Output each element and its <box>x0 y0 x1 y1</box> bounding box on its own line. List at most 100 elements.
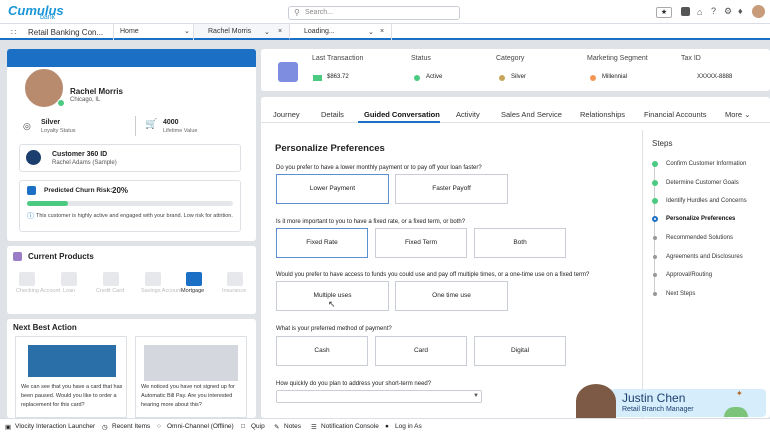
churn-box: Predicted Churn Risk: 20% ⓘ This custome… <box>19 180 241 232</box>
tab-loading[interactable]: Loading... ⌄ × <box>296 24 392 40</box>
step-item-current[interactable]: Personalize Preferences <box>666 216 735 222</box>
help-icon[interactable]: ? <box>711 6 716 16</box>
step-complete-icon <box>652 198 658 204</box>
product-checking-icon[interactable] <box>19 272 35 286</box>
chevron-down-icon[interactable]: ⌄ <box>368 28 374 36</box>
tab-more[interactable]: More ⌄ <box>725 110 750 119</box>
step-item[interactable]: Determine Customer Goals <box>666 180 739 186</box>
search-input[interactable]: ⚲ Search... <box>288 6 460 20</box>
nba-offer-card[interactable]: We can see that you have a card that has… <box>15 336 127 418</box>
customer-location: Chicago, IL <box>70 97 101 103</box>
profile-card: Rachel Morris Chicago, IL ◎ Silver Loyal… <box>7 49 256 241</box>
chevron-down-icon[interactable]: ⌄ <box>264 28 270 36</box>
chevron-down-icon: ⌄ <box>744 110 751 119</box>
product-mortgage-icon[interactable] <box>186 272 202 286</box>
next-best-action-card: Next Best Action We can see that you hav… <box>7 319 256 418</box>
avatar[interactable] <box>752 5 765 18</box>
category-label: Category <box>496 55 525 62</box>
option-fixed-term[interactable]: Fixed Term <box>375 228 467 258</box>
app-launcher-icon[interactable]: ∷ <box>11 28 16 37</box>
product-credit-card-icon[interactable] <box>103 272 119 286</box>
question-5: How quickly do you plan to address your … <box>276 381 432 387</box>
close-icon[interactable]: × <box>278 28 282 35</box>
utility-bar: ▣ Vlocity Interaction Launcher ◷ Recent … <box>0 418 770 434</box>
tab-journey[interactable]: Journey <box>273 110 300 119</box>
step-item[interactable]: Agreements and Disclosures <box>666 254 743 260</box>
c360-sub: Rachel Adams (Sample) <box>52 160 117 166</box>
churn-progress-fill <box>27 201 69 206</box>
bell-icon[interactable]: ♦ <box>738 6 743 16</box>
chevron-down-icon: ▼ <box>473 393 479 399</box>
medal-icon <box>499 75 505 81</box>
option-digital[interactable]: Digital <box>474 336 566 366</box>
option-fixed-rate[interactable]: Fixed Rate <box>276 228 368 258</box>
search-icon: ⚲ <box>294 8 300 17</box>
utility-log-in-as[interactable]: Log in As <box>395 423 422 430</box>
close-icon[interactable]: × <box>380 28 384 35</box>
status-value: Active <box>426 74 443 80</box>
product-insurance-icon[interactable] <box>227 272 243 286</box>
step-item[interactable]: Identify Hurdles and Concerns <box>666 198 747 204</box>
tab-sales-and-service[interactable]: Sales And Service <box>501 110 562 119</box>
option-faster-payoff[interactable]: Faster Payoff <box>395 174 508 204</box>
workspace-tabbar: ∷ Retail Banking Con... Home ⌄ Rachel Mor… <box>0 24 770 40</box>
money-icon <box>313 75 322 81</box>
divider <box>135 116 136 136</box>
product-savings-icon[interactable] <box>145 272 161 286</box>
last-txn-label: Last Transaction <box>312 55 364 62</box>
launcher-icon: ▣ <box>5 424 12 431</box>
tab-details[interactable]: Details <box>321 110 344 119</box>
app-logo[interactable]: Cumulus <box>8 3 64 18</box>
recent-items-icon: ◷ <box>102 424 108 431</box>
logo-subtitle: bank <box>40 14 56 21</box>
tab-rachel-morris[interactable]: Rachel Morris ⌄ × <box>194 24 290 40</box>
product-loan-icon[interactable] <box>61 272 77 286</box>
home-icon[interactable]: ⌂ <box>697 7 702 17</box>
add-icon[interactable] <box>681 7 690 16</box>
customer-360-box[interactable]: Customer 360 ID Rachel Adams (Sample) <box>19 144 241 172</box>
nba-offer-card[interactable]: We noticed you have not signed up for Au… <box>135 336 247 418</box>
chevron-down-icon[interactable]: ⌄ <box>184 27 190 35</box>
utility-omni-channel[interactable]: Omni-Channel (Offline) <box>167 423 234 430</box>
segment-value: Millennial <box>602 74 628 80</box>
c360-title: Customer 360 ID <box>52 151 108 158</box>
segment-label: Marketing Segment <box>587 55 648 62</box>
step-item[interactable]: Recommended Solutions <box>666 235 733 241</box>
option-lower-payment[interactable]: Lower Payment <box>276 174 389 204</box>
cart-icon: 🛒 <box>145 119 158 130</box>
utility-vlocity-launcher[interactable]: Vlocity Interaction Launcher <box>15 423 95 430</box>
option-one-time-use[interactable]: One time use <box>395 281 508 311</box>
category-value: Silver <box>511 74 527 80</box>
tab-relationships[interactable]: Relationships <box>580 110 625 119</box>
product-label: Checking Account <box>16 288 61 294</box>
tab-rachel-label: Rachel Morris <box>208 28 252 35</box>
utility-notes[interactable]: Notes <box>284 423 301 430</box>
question-3: Would you prefer to have access to funds… <box>276 272 590 278</box>
utility-notification-console[interactable]: Notification Console <box>321 423 379 430</box>
favorites-icon[interactable]: ★ <box>656 7 672 18</box>
tab-activity[interactable]: Activity <box>456 110 480 119</box>
nba-offer-text: We noticed you have not signed up for Au… <box>141 384 235 408</box>
tab-home[interactable]: Home ⌄ <box>114 24 194 40</box>
tab-loading-label: Loading... <box>304 28 335 35</box>
step-item[interactable]: Next Steps <box>666 291 695 297</box>
option-cash[interactable]: Cash <box>276 336 368 366</box>
tab-guided-conversation[interactable]: Guided Conversation <box>364 110 440 119</box>
gear-icon[interactable]: ⚙ <box>724 6 732 17</box>
step-pending-icon <box>653 255 657 259</box>
product-label: Credit Card <box>96 288 125 294</box>
lifetime-label: Lifetime Value <box>163 128 198 134</box>
tab-financial-accounts[interactable]: Financial Accounts <box>644 110 707 119</box>
customer-name: Rachel Morris <box>70 87 123 96</box>
timeline-select[interactable]: ▼ <box>276 390 482 403</box>
churn-label: Predicted Churn Risk: <box>44 187 113 194</box>
search-placeholder: Search... <box>305 9 334 16</box>
step-item[interactable]: Confirm Customer Information <box>666 161 746 167</box>
utility-quip[interactable]: Quip <box>251 423 265 430</box>
option-both[interactable]: Both <box>474 228 566 258</box>
tax-label: Tax ID <box>681 55 701 62</box>
step-item[interactable]: Approval/Routing <box>666 272 712 278</box>
app-name[interactable]: Retail Banking Con... <box>28 24 114 40</box>
option-card[interactable]: Card <box>375 336 467 366</box>
utility-recent-items[interactable]: Recent Items <box>112 423 150 430</box>
